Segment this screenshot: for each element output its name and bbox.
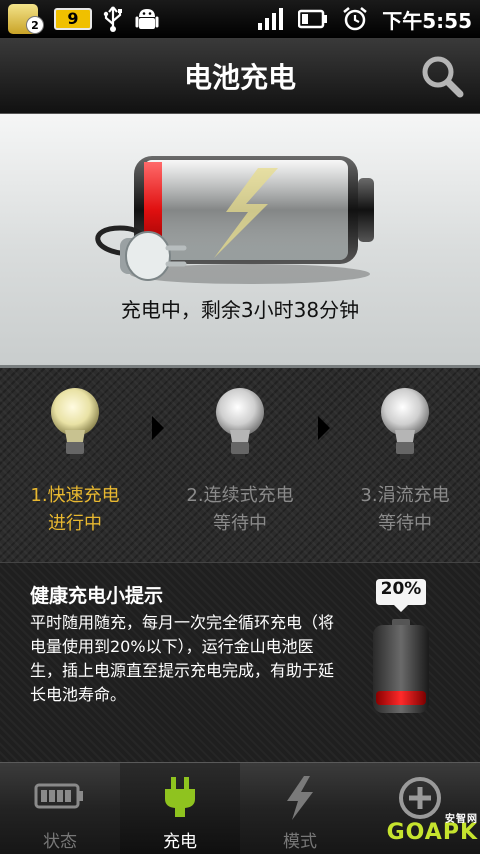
battery-icon [95, 156, 374, 284]
lightbulb-off-icon [216, 388, 264, 459]
nav-label: 模式 [283, 832, 317, 852]
step-label: 2.连续式充电 等待中 [186, 485, 294, 534]
step-fast-charge: 1.快速充电 进行中 [0, 386, 150, 538]
tip-body: 平时随用随充，每月一次完全循环充电（将电量使用到20%以下），运行金山电池医生，… [30, 613, 335, 704]
title-bar: 电池充电 [0, 38, 480, 114]
battery-panel: 充电中，剩余3小时38分钟 [0, 114, 480, 368]
nav-label: 状态 [43, 832, 77, 852]
nav-label: 充电 [163, 832, 197, 852]
health-tip-panel: 健康充电小提示 平时随用随充，每月一次完全循环充电（将电量使用到20%以下），运… [0, 562, 480, 762]
step-trickle-charge: 3.涓流充电 等待中 [330, 386, 480, 538]
signal-icon [258, 8, 284, 30]
nav-charge[interactable]: 充电 [120, 763, 240, 854]
battery-status-icon [34, 783, 83, 809]
plug-icon [165, 777, 195, 817]
step-continuous-charge: 2.连续式充电 等待中 [165, 386, 315, 538]
step-arrow-icon [152, 416, 164, 440]
notification-badge: 2 [26, 16, 44, 34]
lightning-icon [287, 776, 313, 820]
search-icon[interactable] [418, 52, 466, 100]
plus-icon [399, 777, 441, 819]
page-title: 电池充电 [183, 61, 296, 94]
usb-icon [103, 6, 122, 32]
lightbulb-off-icon [381, 388, 429, 459]
status-time: 下午5:55 [382, 8, 472, 33]
step-arrow-icon [318, 416, 330, 440]
alarm-icon [343, 7, 368, 31]
lightbulb-on-icon [51, 388, 99, 459]
tip-title: 健康充电小提示 [30, 585, 164, 607]
step-label: 3.涓流充电 等待中 [360, 485, 450, 534]
android-debug-icon [135, 9, 159, 29]
nav-status[interactable]: 状态 [0, 763, 120, 854]
charge-status-text: 充电中，剩余3小时38分钟 [120, 298, 360, 322]
tip-battery-percent: 20% [380, 579, 422, 599]
watermark-logo: 安智网 GOAPK [386, 814, 478, 845]
nav-mode[interactable]: 模式 [240, 763, 360, 854]
battery-status-icon [298, 9, 328, 29]
battery-level-icon: 9 [54, 8, 92, 30]
notification-app-icon[interactable]: 2 [8, 4, 44, 34]
status-bar: 2 9 下午5:55 [0, 0, 480, 38]
charge-steps: 1.快速充电 进行中 2.连续式充电 等待中 3.涓流充电 等待中 [0, 368, 480, 562]
step-label: 1.快速充电 进行中 [30, 485, 120, 534]
